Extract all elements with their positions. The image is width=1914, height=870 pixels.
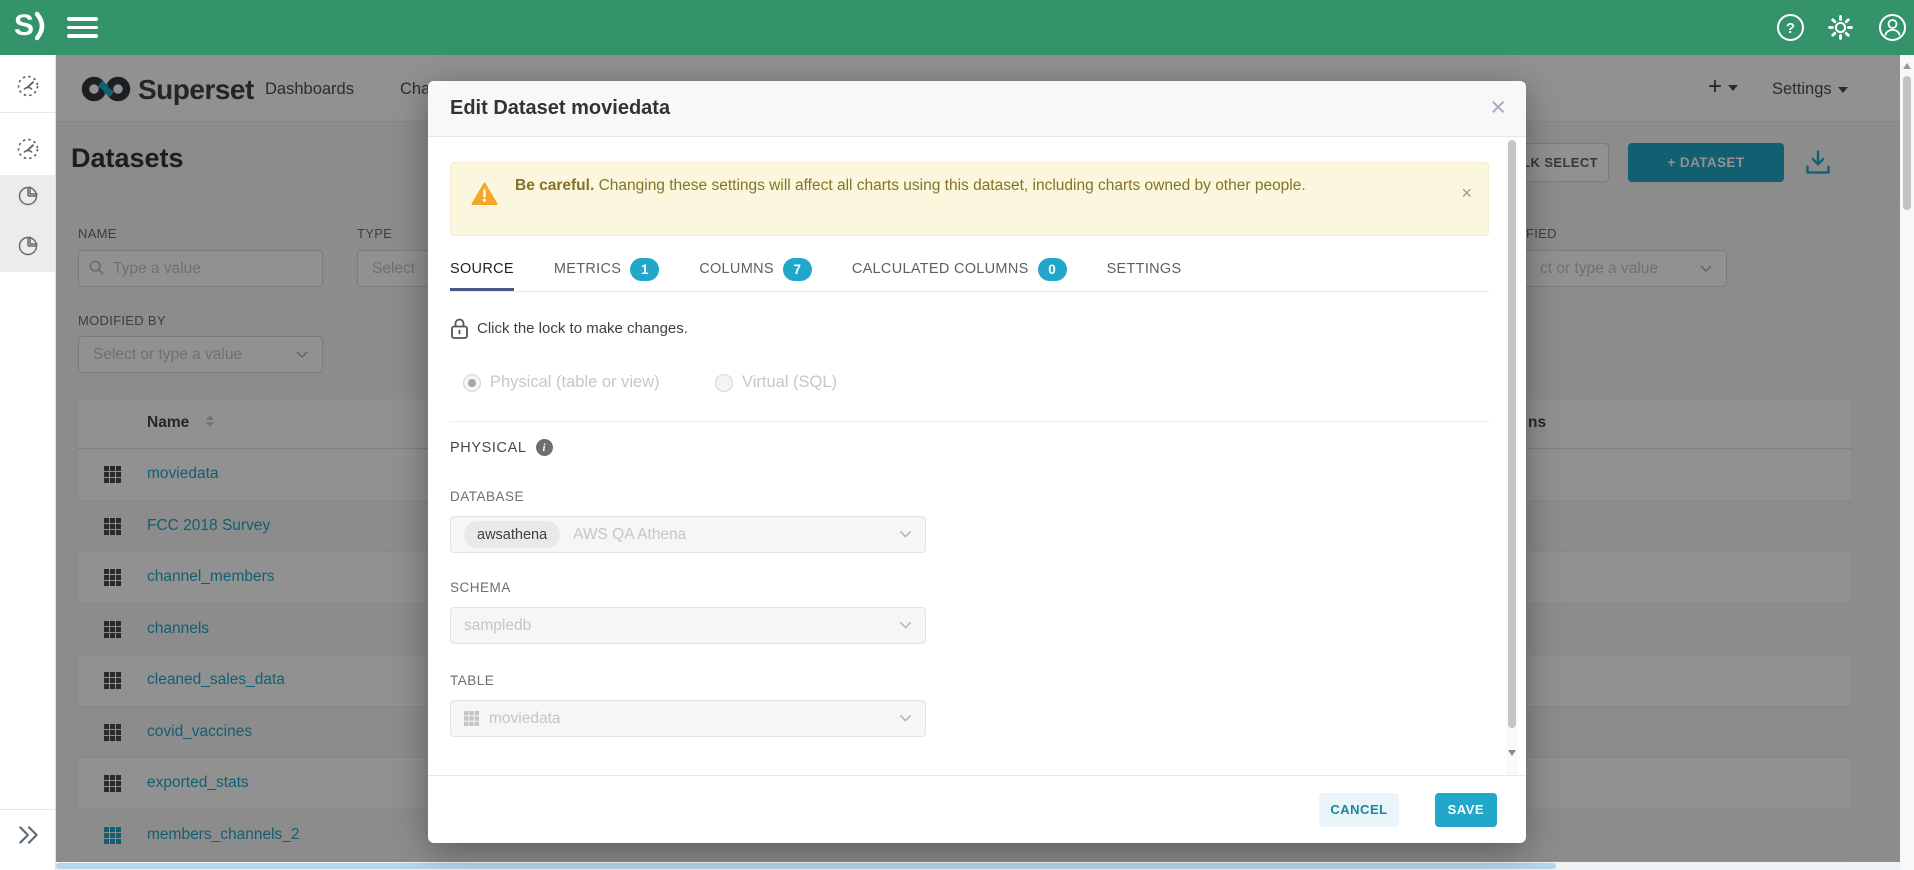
screen: S ? <box>0 0 1914 870</box>
radio-physical-label: Physical (table or view) <box>490 373 660 392</box>
modal-header: Edit Dataset moviedata × <box>428 81 1526 137</box>
brand-logo-letter: S <box>14 9 33 43</box>
tab-count-badge: 7 <box>783 258 812 281</box>
cancel-button[interactable]: CANCEL <box>1319 793 1398 827</box>
warning-icon <box>471 182 498 206</box>
tabs-divider <box>450 291 1489 292</box>
tab-calculated-columns[interactable]: CALCULATED COLUMNS 0 <box>852 247 1067 291</box>
warning-alert: Be careful. Changing these settings will… <box>450 162 1489 236</box>
tab-label: SOURCE <box>450 261 514 277</box>
gear-icon[interactable] <box>1826 13 1855 42</box>
radio-unselected-icon[interactable] <box>715 374 733 392</box>
brand-logo[interactable]: S <box>14 9 49 43</box>
save-button[interactable]: SAVE <box>1435 793 1497 827</box>
database-select[interactable]: awsathena AWS QA Athena <box>450 516 926 553</box>
section-divider <box>450 421 1489 422</box>
edit-dataset-modal: Edit Dataset moviedata × Be careful. Cha… <box>428 81 1526 843</box>
close-icon[interactable]: × <box>1490 91 1506 123</box>
page-horizontal-scrollbar[interactable] <box>56 862 1900 870</box>
database-tag: awsathena <box>464 521 560 548</box>
user-icon[interactable] <box>1878 13 1907 42</box>
info-icon[interactable]: i <box>536 439 553 456</box>
help-icon[interactable]: ? <box>1776 13 1805 42</box>
radio-virtual[interactable]: Virtual (SQL) <box>715 373 837 392</box>
tab-settings[interactable]: SETTINGS <box>1107 247 1182 291</box>
table-grid-icon <box>464 711 479 726</box>
lock-row: Click the lock to make changes. <box>450 317 688 340</box>
expand-sidebar-icon[interactable] <box>17 823 41 847</box>
table-label: TABLE <box>450 673 494 688</box>
tab-columns[interactable]: COLUMNS 7 <box>699 247 812 291</box>
dashboard-gauge-icon[interactable] <box>16 74 40 98</box>
modal-scrollbar[interactable] <box>1506 138 1518 775</box>
scroll-down-arrow-icon[interactable] <box>1508 750 1516 756</box>
lock-icon[interactable] <box>450 317 469 340</box>
schema-label: SCHEMA <box>450 580 511 595</box>
radio-virtual-label: Virtual (SQL) <box>742 373 837 392</box>
modal-footer: CANCEL SAVE <box>428 775 1526 843</box>
charts-pie-icon[interactable] <box>16 184 40 208</box>
tab-label: COLUMNS <box>699 261 774 277</box>
scroll-up-arrow-icon[interactable] <box>1903 63 1911 69</box>
tab-label: METRICS <box>554 261 621 277</box>
tab-count-badge: 1 <box>630 258 659 281</box>
warning-text: Be careful. Changing these settings will… <box>515 173 1315 199</box>
page-vertical-scrollbar[interactable] <box>1900 55 1914 870</box>
lock-hint-text: Click the lock to make changes. <box>477 320 688 337</box>
database-label: DATABASE <box>450 489 524 504</box>
sidebar-divider <box>0 112 56 113</box>
table-select[interactable]: moviedata <box>450 700 926 737</box>
schema-select[interactable]: sampledb <box>450 607 926 644</box>
database-value: AWS QA Athena <box>573 526 686 544</box>
table-value: moviedata <box>489 710 561 728</box>
tab-source[interactable]: SOURCE <box>450 247 514 291</box>
scrollbar-thumb[interactable] <box>1903 76 1911 210</box>
physical-section-label: PHYSICAL <box>450 440 527 456</box>
tab-count-badge: 0 <box>1038 258 1067 281</box>
sidebar-divider <box>0 809 56 810</box>
modal-title: Edit Dataset moviedata <box>450 97 670 120</box>
chevron-down-icon <box>899 530 912 539</box>
alert-close-icon[interactable]: × <box>1461 183 1472 204</box>
menu-icon[interactable] <box>67 17 98 38</box>
radio-selected-icon[interactable] <box>463 374 481 392</box>
tab-label: CALCULATED COLUMNS <box>852 261 1029 277</box>
table-grid-icon <box>464 711 479 726</box>
tab-label: SETTINGS <box>1107 261 1182 277</box>
svg-text:?: ? <box>1786 20 1795 37</box>
scrollbar-thumb[interactable] <box>1508 140 1516 728</box>
datasets-pie-icon[interactable] <box>16 234 40 258</box>
dashboards-nav-icon[interactable] <box>16 137 40 161</box>
physical-section-header: PHYSICAL i <box>450 439 553 456</box>
modal-tabs: SOURCE METRICS 1 COLUMNS 7 CALCULATED COLUMNS… <box>450 247 1181 291</box>
tab-metrics[interactable]: METRICS 1 <box>554 247 659 291</box>
left-sidebar <box>0 55 56 870</box>
chevron-down-icon <box>899 714 912 723</box>
top-navbar: S ? <box>0 0 1914 55</box>
chevron-down-icon <box>899 621 912 630</box>
scrollbar-thumb[interactable] <box>56 863 1556 869</box>
radio-physical[interactable]: Physical (table or view) <box>463 373 660 392</box>
schema-value: sampledb <box>464 617 531 635</box>
brand-logo-swoosh <box>35 11 49 41</box>
